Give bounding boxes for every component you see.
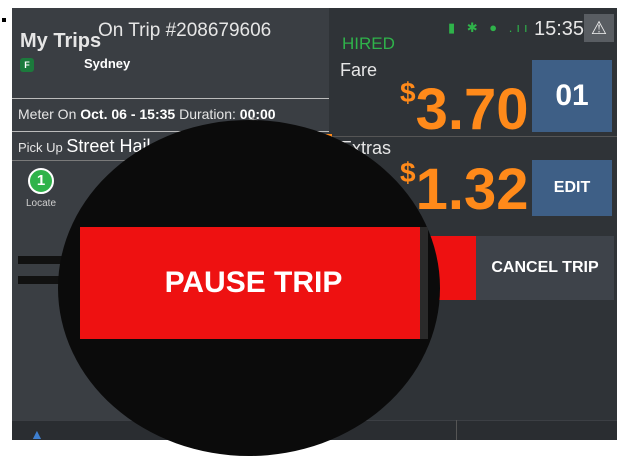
warning-icon[interactable]: ⚠ [584, 14, 614, 42]
page-title[interactable]: My Trips [20, 30, 101, 53]
fare-amount: $3.70 [400, 76, 528, 143]
cancel-trip-button[interactable]: CANCEL TRIP [476, 236, 614, 300]
fleet-badge: F [20, 58, 34, 72]
fare-value: 3.70 [415, 77, 529, 142]
locate-label: Locate [26, 198, 57, 209]
pickup-label: Pick Up [18, 140, 63, 155]
fare-currency: $ [400, 77, 416, 108]
status-icons: ▮ ✱ ● .ıı [448, 20, 532, 35]
divider [456, 420, 457, 440]
passenger-count-button[interactable]: 01 [532, 60, 612, 132]
pickup-row: Pick Up Street Hail [18, 136, 150, 157]
edge-dot [2, 18, 6, 22]
hired-status: HIRED [342, 34, 395, 53]
extras-value: 1.32 [415, 157, 529, 222]
meter-on-value: Oct. 06 - 15:35 [80, 106, 176, 122]
locate-icon[interactable]: 1 [28, 168, 54, 194]
trip-number: On Trip #208679606 [98, 20, 272, 41]
fare-label: Fare [340, 60, 378, 80]
duration-label: Duration: [179, 106, 236, 122]
city-name: Sydney [84, 56, 131, 71]
clock: 15:35 [534, 18, 585, 40]
extras-currency: $ [400, 157, 416, 188]
pause-trip-button[interactable]: PAUSE TRIP [80, 227, 427, 339]
divider [329, 136, 617, 137]
home-icon[interactable]: ▲ [30, 426, 44, 440]
edit-extras-button[interactable]: EDIT [532, 160, 612, 216]
magnifier-lens: PAUSE TRIP [58, 120, 440, 456]
divider [420, 227, 428, 339]
meter-on-label: Meter On [18, 106, 77, 122]
